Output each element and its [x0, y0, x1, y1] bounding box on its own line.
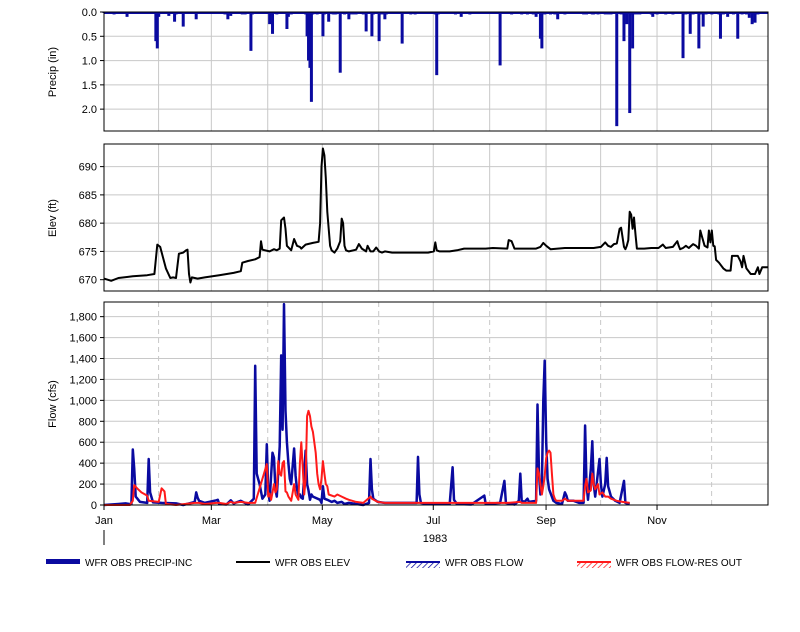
precip-bar — [286, 12, 290, 17]
legend-swatch-flow-res-hatch — [577, 563, 611, 568]
precip-bar — [338, 12, 342, 73]
precip-bar — [157, 12, 161, 17]
elev-y-ticks: 670 675 680 685 690 — [79, 162, 104, 287]
flow-panel: 0 200 400 600 800 1,000 1,200 1,400 1,600 1,800 J… — [47, 301, 769, 545]
elev-panel: 670 675 680 685 690 Elev (ft) — [47, 143, 769, 292]
precip-bar — [167, 12, 171, 16]
y-tick-label: 400 — [79, 458, 97, 470]
flow-x-ticks: Jan Mar May Jul Sep Nov — [95, 505, 667, 527]
precip-bar — [181, 12, 185, 27]
y-tick-label: 1,400 — [69, 354, 97, 366]
y-tick-label: 1,800 — [69, 312, 97, 324]
precip-bar — [534, 12, 538, 17]
precip-bar — [747, 12, 751, 18]
precip-bar — [309, 12, 313, 102]
precip-bar — [753, 12, 757, 23]
y-tick-label: 1,000 — [69, 395, 97, 407]
y-tick-label: 670 — [79, 275, 97, 287]
y-tick-label: 1.5 — [82, 80, 97, 92]
precip-y-ticks: 0.0 0.5 1.0 1.5 2.0 — [82, 7, 104, 116]
legend-item-flow: WFR OBS FLOW — [406, 558, 524, 569]
x-tick-label: Jul — [426, 515, 440, 527]
precip-bar — [498, 12, 502, 66]
y-tick-label: 685 — [79, 190, 97, 202]
precip-bar — [736, 12, 740, 39]
precip-bar — [268, 12, 272, 25]
precip-bar — [400, 12, 404, 44]
precip-bar — [194, 12, 198, 20]
y-tick-label: 675 — [79, 246, 97, 258]
precip-bar — [651, 12, 655, 17]
y-tick-label: 1,200 — [69, 374, 97, 386]
elev-plot-frame — [104, 144, 768, 291]
precip-bar — [226, 12, 230, 20]
precip-bar — [377, 12, 381, 42]
legend-item-elev: WFR OBS ELEV — [236, 558, 350, 569]
hydrograph-chart: 0.0 0.5 1.0 1.5 2.0 Precip (in) 670 675 680 685… — [46, 7, 769, 569]
flow-y-axis-label: Flow (cfs) — [47, 380, 59, 428]
precip-bar — [681, 12, 685, 59]
legend-swatch-precip — [46, 559, 80, 564]
flow-y-ticks: 0 200 400 600 800 1,000 1,200 1,400 1,600 1,800 — [69, 312, 104, 512]
y-tick-label: 690 — [79, 162, 97, 174]
precip-bar — [688, 12, 692, 34]
precip-bar — [459, 12, 463, 17]
x-tick-label: Sep — [536, 515, 556, 527]
precip-panel: 0.0 0.5 1.0 1.5 2.0 Precip (in) — [47, 7, 769, 132]
precip-bar — [271, 12, 275, 34]
x-tick-label: Jan — [95, 515, 113, 527]
precip-bar — [364, 12, 368, 32]
precip-bar — [370, 12, 374, 37]
y-tick-label: 600 — [79, 437, 97, 449]
precip-bar — [718, 12, 722, 39]
flow-plot-frame — [104, 302, 768, 505]
precip-bar — [628, 12, 632, 114]
elev-y-axis-label: Elev (ft) — [47, 199, 59, 237]
y-tick-label: 1,600 — [69, 333, 97, 345]
precip-bar — [726, 12, 730, 17]
legend-label-flow: WFR OBS FLOW — [445, 558, 524, 569]
precip-bar — [625, 12, 629, 25]
y-tick-label: 2.0 — [82, 104, 97, 116]
legend-item-flow-res: WFR OBS FLOW-RES OUT — [577, 558, 742, 569]
precip-bar — [631, 12, 635, 49]
precip-bar — [701, 12, 705, 27]
y-tick-label: 0.0 — [82, 7, 97, 19]
legend-swatch-flow-hatch — [406, 563, 440, 568]
precip-bar — [622, 12, 626, 42]
precip-y-axis-label: Precip (in) — [47, 47, 59, 97]
x-axis-year-label: 1983 — [423, 533, 447, 545]
x-tick-label: Nov — [647, 515, 667, 527]
precip-bar — [435, 12, 439, 76]
y-tick-label: 0 — [91, 500, 97, 512]
precip-bar — [556, 12, 560, 20]
precip-bar — [249, 12, 253, 51]
y-tick-label: 680 — [79, 218, 97, 230]
y-tick-label: 1.0 — [82, 56, 97, 68]
precip-bar — [321, 12, 325, 37]
legend: WFR OBS PRECIP-INC WFR OBS ELEV WFR OBS … — [46, 558, 742, 569]
precip-bar — [327, 12, 331, 22]
precip-bar — [615, 12, 619, 127]
legend-label-elev: WFR OBS ELEV — [275, 558, 350, 569]
x-tick-label: May — [312, 515, 333, 527]
precip-bar — [697, 12, 701, 49]
x-tick-label: Mar — [202, 515, 221, 527]
legend-item-precip: WFR OBS PRECIP-INC — [46, 558, 192, 569]
precip-bar — [125, 12, 129, 17]
legend-label-flow-res: WFR OBS FLOW-RES OUT — [616, 558, 742, 569]
legend-label-precip: WFR OBS PRECIP-INC — [85, 558, 192, 569]
precip-bar — [155, 12, 159, 49]
y-tick-label: 0.5 — [82, 31, 97, 43]
y-tick-label: 800 — [79, 416, 97, 428]
precip-bar — [540, 12, 544, 49]
precip-bar — [229, 12, 233, 16]
y-tick-label: 200 — [79, 479, 97, 491]
